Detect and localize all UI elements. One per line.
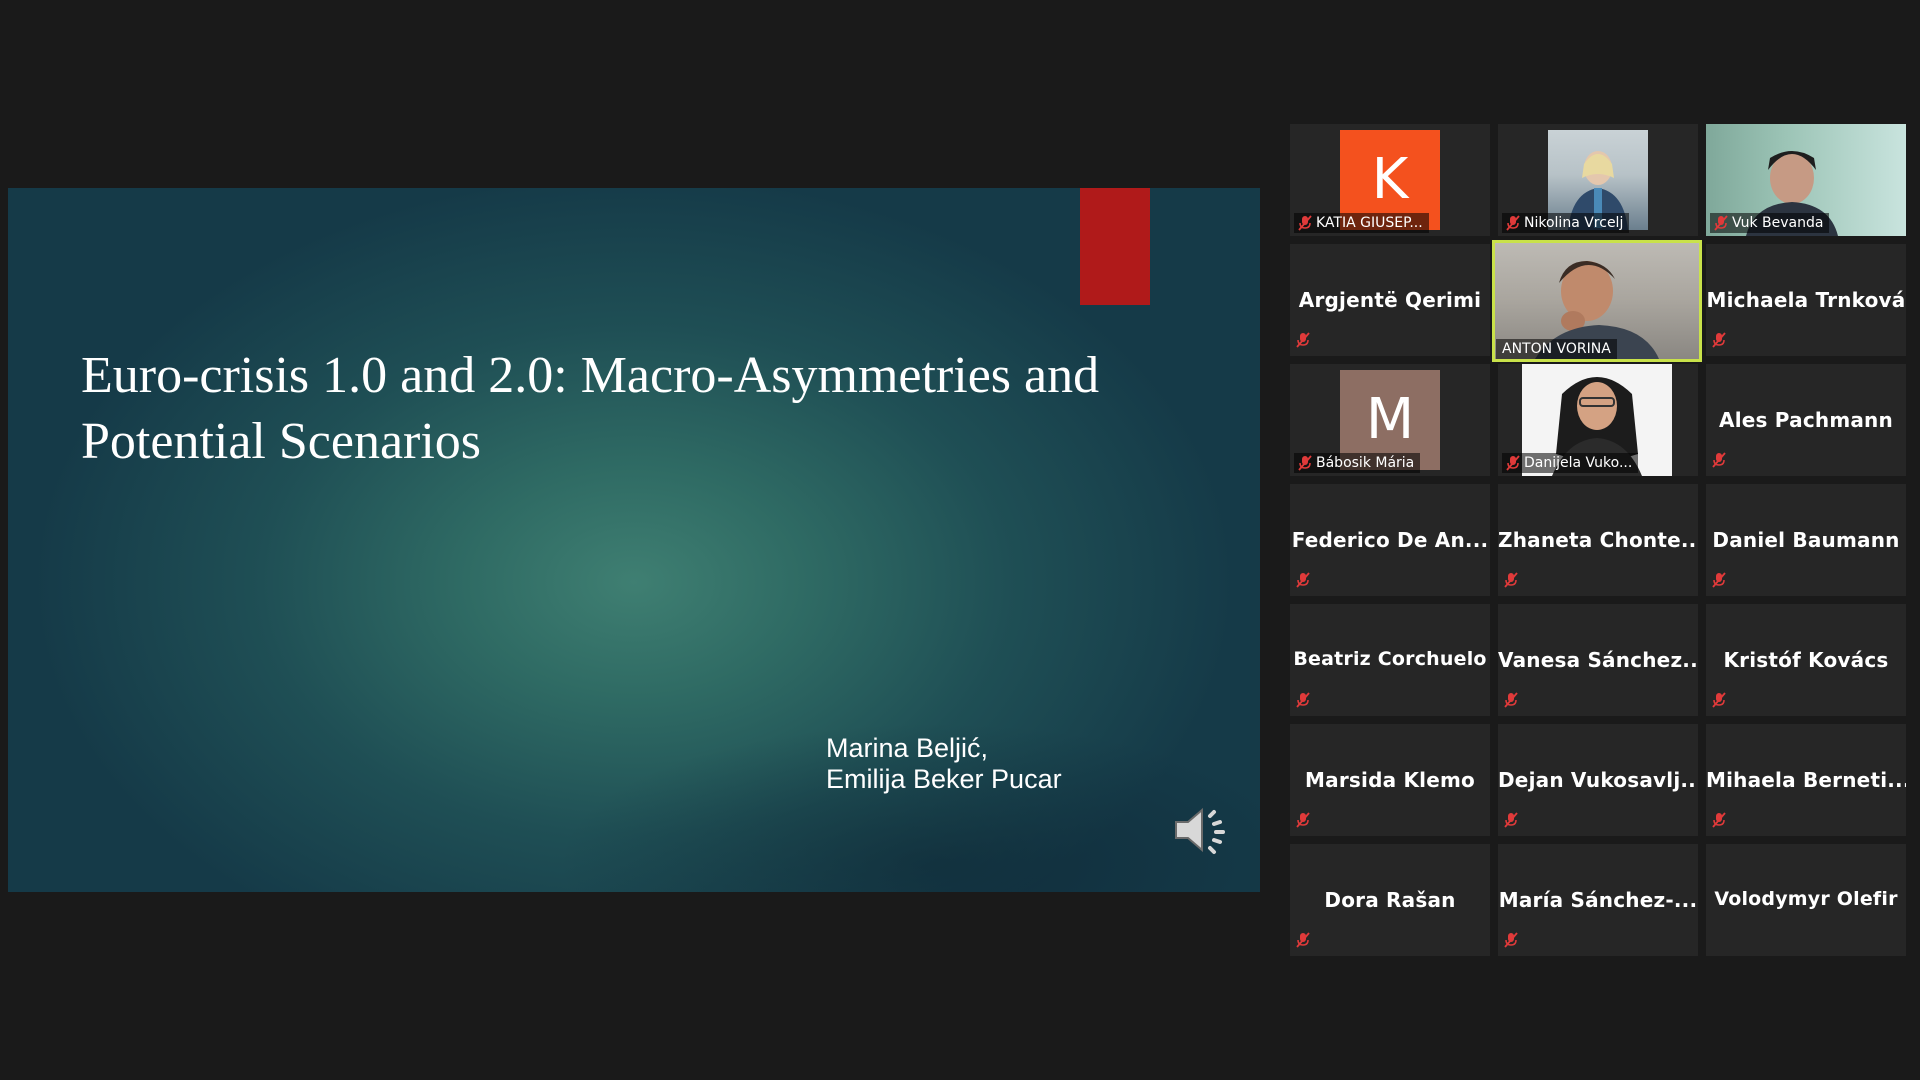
microphone-muted-icon	[1712, 692, 1726, 708]
shared-screen-slide: Euro-crisis 1.0 and 2.0: Macro-Asymmetri…	[8, 188, 1260, 892]
participant-name: Dejan Vukosavlj...	[1498, 768, 1698, 792]
participant-tile[interactable]: Mihaela Berneti...	[1706, 724, 1906, 836]
participant-name: Michaela Trnková	[1706, 288, 1906, 312]
microphone-muted-icon	[1298, 455, 1312, 471]
microphone-muted-icon	[1296, 932, 1310, 948]
participant-name-tag: Nikolina Vrcelj	[1502, 213, 1630, 233]
microphone-muted-icon	[1504, 572, 1518, 588]
microphone-muted-icon	[1504, 692, 1518, 708]
participant-tile[interactable]: Dejan Vukosavlj...	[1498, 724, 1698, 836]
participant-name: Nikolina Vrcelj	[1524, 215, 1624, 231]
participant-tile[interactable]: Danijela Vuko...	[1498, 364, 1698, 476]
participant-name: Volodymyr Olefir	[1714, 888, 1898, 910]
participant-name-tag: Vuk Bevanda	[1710, 213, 1830, 233]
participant-tile[interactable]: Federico De An...	[1290, 484, 1490, 596]
speaker-icon[interactable]	[1170, 802, 1230, 858]
participant-tile[interactable]: Dora Rašan	[1290, 844, 1490, 956]
participant-gallery: K KATIA GIUSEP... Nikolina Vrcelj Vuk Be…	[1290, 124, 1906, 956]
participant-name: KATIA GIUSEP...	[1316, 215, 1423, 231]
participant-tile[interactable]: Michaela Trnková	[1706, 244, 1906, 356]
participant-name-tag: ANTON VORINA	[1496, 339, 1617, 359]
participant-name: Dora Rašan	[1324, 888, 1456, 912]
participant-name: Vanesa Sánchez...	[1498, 648, 1698, 672]
participant-name: Marsida Klemo	[1305, 768, 1475, 792]
participant-name: Vuk Bevanda	[1732, 215, 1824, 231]
microphone-muted-icon	[1712, 572, 1726, 588]
microphone-muted-icon	[1712, 332, 1726, 348]
participant-name-tag: KATIA GIUSEP...	[1294, 213, 1429, 233]
microphone-muted-icon	[1504, 812, 1518, 828]
participant-name: Danijela Vuko...	[1524, 455, 1633, 471]
participant-tile-active-speaker[interactable]: ANTON VORINA	[1492, 240, 1702, 362]
slide-accent-bar	[1080, 188, 1150, 305]
participant-name: Daniel Baumann	[1712, 528, 1900, 552]
slide-author-line-2: Emilija Beker Pucar	[826, 764, 1062, 794]
participant-tile[interactable]: Volodymyr Olefir	[1706, 844, 1906, 956]
microphone-muted-icon	[1296, 572, 1310, 588]
participant-tile[interactable]: María Sánchez-...	[1498, 844, 1698, 956]
participant-name-tag: Bábosik Mária	[1294, 453, 1421, 473]
participant-name: Argjentë Qerimi	[1298, 288, 1482, 312]
microphone-muted-icon	[1712, 812, 1726, 828]
participant-tile[interactable]: Argjentë Qerimi	[1290, 244, 1490, 356]
participant-tile[interactable]: Kristóf Kovács	[1706, 604, 1906, 716]
microphone-muted-icon	[1506, 455, 1520, 471]
microphone-muted-icon	[1296, 812, 1310, 828]
microphone-muted-icon	[1296, 692, 1310, 708]
microphone-muted-icon	[1714, 215, 1728, 231]
microphone-muted-icon	[1504, 932, 1518, 948]
slide-author-line-1: Marina Beljić,	[826, 733, 989, 763]
microphone-muted-icon	[1506, 215, 1520, 231]
participant-tile[interactable]: Zhaneta Chonte...	[1498, 484, 1698, 596]
participant-name: Kristóf Kovács	[1723, 648, 1889, 672]
participant-tile[interactable]: K KATIA GIUSEP...	[1290, 124, 1490, 236]
microphone-muted-icon	[1712, 452, 1726, 468]
participant-tile[interactable]: Nikolina Vrcelj	[1498, 124, 1698, 236]
participant-tile[interactable]: Daniel Baumann	[1706, 484, 1906, 596]
participant-name: Mihaela Berneti...	[1706, 768, 1906, 792]
participant-tile[interactable]: Marsida Klemo	[1290, 724, 1490, 836]
participant-name: ANTON VORINA	[1502, 341, 1611, 357]
slide-authors: Marina Beljić, Emilija Beker Pucar	[826, 733, 1062, 795]
participant-tile[interactable]: M Bábosik Mária	[1290, 364, 1490, 476]
participant-name: Ales Pachmann	[1719, 408, 1893, 432]
participant-tile[interactable]: Vanesa Sánchez...	[1498, 604, 1698, 716]
participant-name: Bábosik Mária	[1316, 455, 1415, 471]
participant-name: María Sánchez-...	[1498, 888, 1698, 912]
microphone-muted-icon	[1296, 332, 1310, 348]
participant-name: Zhaneta Chonte...	[1498, 528, 1698, 552]
participant-tile[interactable]: Ales Pachmann	[1706, 364, 1906, 476]
participant-name-tag: Danijela Vuko...	[1502, 453, 1639, 473]
participant-tile[interactable]: Beatriz Corchuelo	[1290, 604, 1490, 716]
slide-title: Euro-crisis 1.0 and 2.0: Macro-Asymmetri…	[81, 347, 1100, 470]
participant-name: Beatriz Corchuelo	[1293, 648, 1487, 670]
participant-tile[interactable]: Vuk Bevanda	[1706, 124, 1906, 236]
participant-name: Federico De An...	[1291, 528, 1489, 552]
microphone-muted-icon	[1298, 215, 1312, 231]
